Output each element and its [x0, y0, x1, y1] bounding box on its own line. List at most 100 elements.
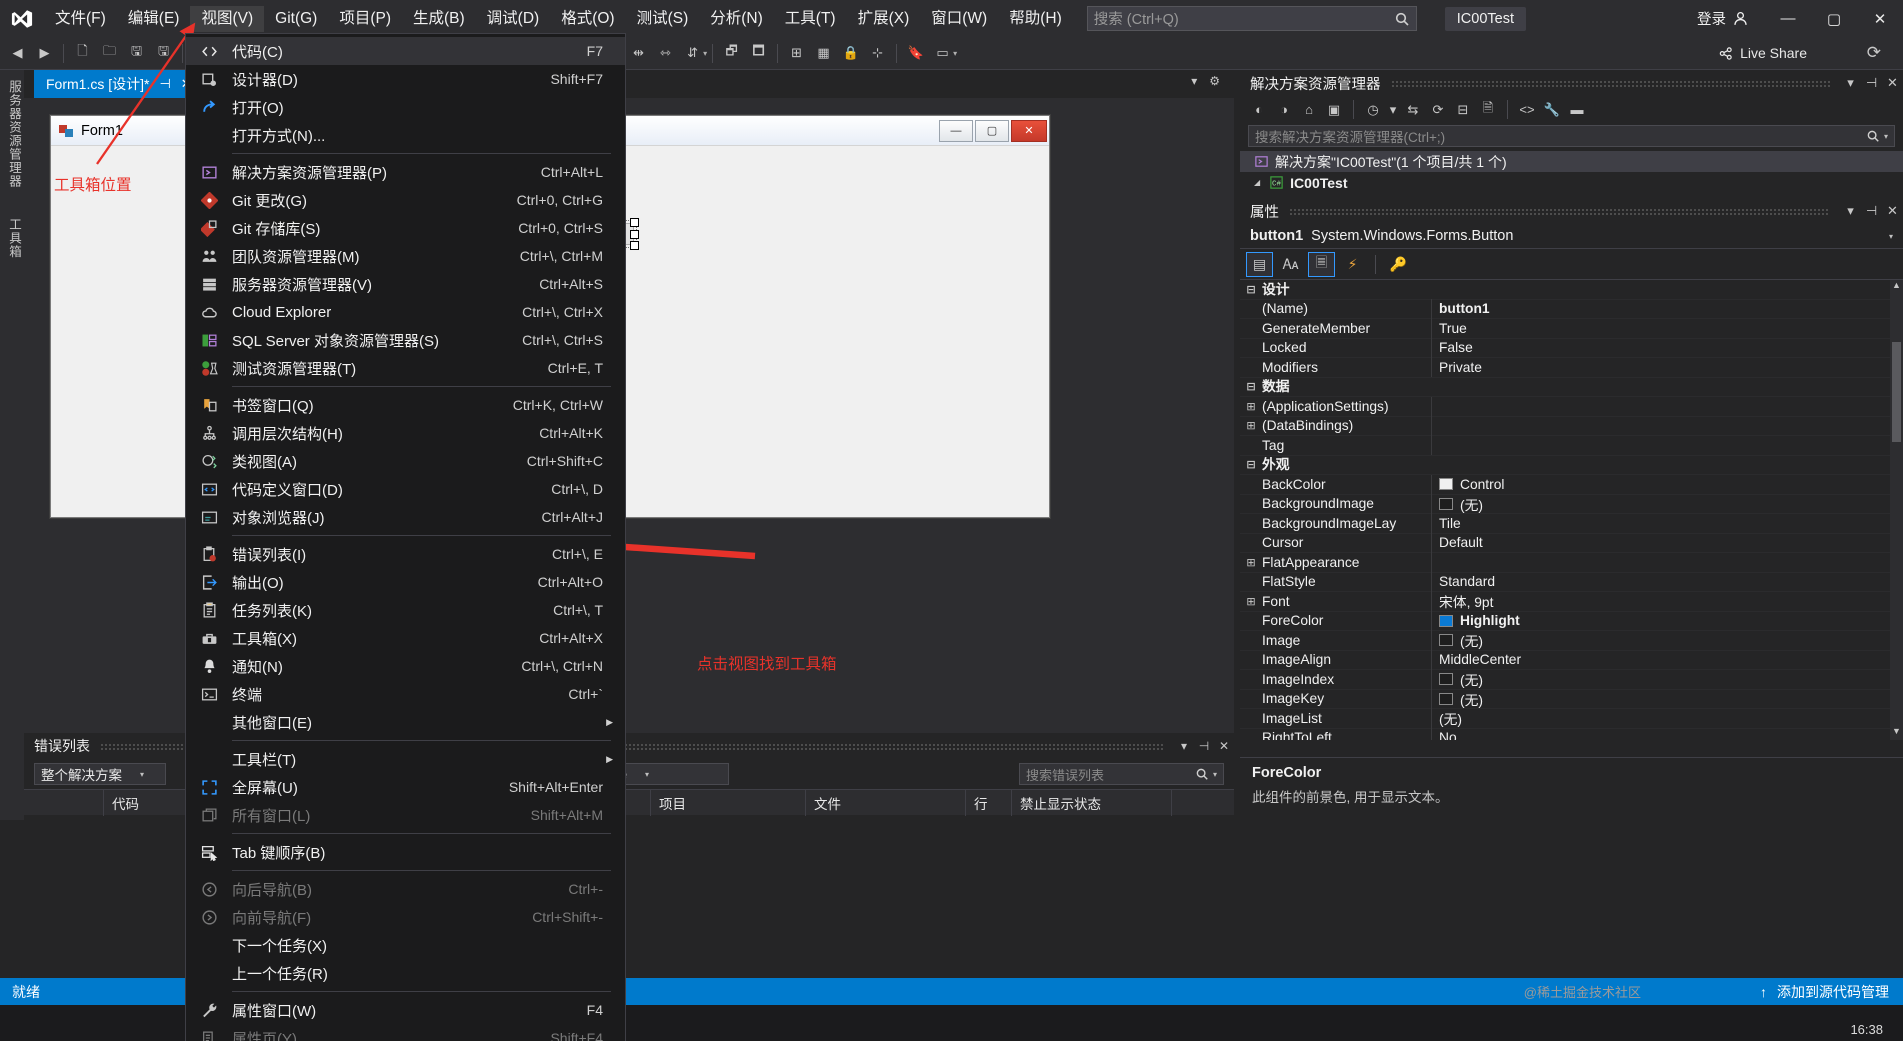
solution-tree-row-solution[interactable]: 解决方案"IC00Test"(1 个项目/共 1 个) — [1240, 151, 1903, 172]
property-row[interactable]: BackColor Control — [1240, 474, 1903, 495]
feedback-icon[interactable]: ⟳ — [1867, 43, 1881, 63]
tab-order-toolbar-icon[interactable]: ⊞ — [784, 41, 809, 66]
form-minimize-button[interactable]: — — [939, 119, 973, 142]
col-suppress[interactable]: 禁止显示状态 — [1012, 789, 1172, 816]
property-value-cell[interactable]: Default — [1432, 535, 1903, 550]
view-menu-item-0-1[interactable]: 设计器(D) Shift+F7 — [186, 65, 625, 93]
menu-window[interactable]: 窗口(W) — [920, 6, 998, 32]
document-tab-form1-designer[interactable]: Form1.cs [设计]* ⊣ ✕ — [34, 70, 200, 98]
drag-dots[interactable] — [1289, 207, 1830, 215]
chevron-down-icon[interactable]: ▾ — [1889, 232, 1893, 241]
properties-grid[interactable]: ⊟ 设计 (Name) button1 GenerateMember True Locked… — [1240, 280, 1903, 740]
navigate-back-icon[interactable]: ◀ — [5, 41, 30, 66]
form-maximize-button[interactable]: ▢ — [975, 119, 1009, 142]
property-row[interactable]: FlatStyle Standard — [1240, 572, 1903, 592]
expander-icon[interactable]: ⊞ — [1240, 419, 1262, 432]
close-icon[interactable]: ✕ — [1214, 739, 1234, 753]
resize-handle-e[interactable] — [630, 229, 639, 239]
h-spacing-icon[interactable]: ⇹ — [626, 41, 651, 66]
alphabetical-view-icon[interactable]: 🗛 — [1277, 252, 1304, 277]
properties-object-selector[interactable]: button1 System.Windows.Forms.Button ▾ — [1240, 224, 1903, 249]
menu-project[interactable]: 项目(P) — [328, 6, 402, 32]
property-category-row[interactable]: ⊟ 数据 — [1240, 378, 1903, 397]
view-menu-item-3-4[interactable]: 通知(N) Ctrl+\, Ctrl+N — [186, 652, 625, 680]
open-file-icon[interactable]: 🗀 — [97, 41, 122, 66]
comment-dropdown-icon[interactable]: ▾ — [953, 49, 957, 58]
property-value-cell[interactable]: No — [1432, 730, 1903, 740]
property-row[interactable]: ImageAlign MiddleCenter — [1240, 650, 1903, 670]
view-menu-item-2-1[interactable]: 调用层次结构(H) Ctrl+Alt+K — [186, 419, 625, 447]
dock-tab-server-explorer[interactable]: 服务器资源管理器 — [5, 70, 24, 188]
window-close-button[interactable]: ✕ — [1857, 0, 1903, 37]
menu-edit[interactable]: 编辑(E) — [117, 6, 191, 32]
add-to-source-control-button[interactable]: 添加到源代码管理 — [1777, 982, 1889, 1002]
expander-icon[interactable]: ⊞ — [1240, 556, 1262, 569]
property-value-cell[interactable]: (无) — [1432, 708, 1903, 728]
property-row[interactable]: ⊞ FlatAppearance — [1240, 552, 1903, 573]
view-menu-item-4-0[interactable]: 工具栏(T) ▶ — [186, 745, 625, 773]
property-row[interactable]: Tag — [1240, 435, 1903, 456]
property-value-cell[interactable]: (无) — [1432, 669, 1903, 689]
view-menu-item-6-2[interactable]: 下一个任务(X) — [186, 931, 625, 959]
pending-changes-icon[interactable]: ◷ — [1362, 99, 1384, 121]
h-spacing-equal-icon[interactable]: ⇿ — [653, 41, 678, 66]
property-value-cell[interactable]: True — [1432, 321, 1903, 336]
chevron-down-icon[interactable]: ▾ — [1840, 75, 1861, 91]
view-menu-item-3-3[interactable]: 工具箱(X) Ctrl+Alt+X — [186, 624, 625, 652]
bookmark-toolbar-icon[interactable]: 🔖 — [903, 41, 928, 66]
grid-icon[interactable]: ▦ — [811, 41, 836, 66]
snap-icon[interactable]: ⊹ — [865, 41, 890, 66]
properties-view-icon[interactable]: 🗏 — [1308, 251, 1335, 277]
expander-icon[interactable]: ⊟ — [1240, 458, 1262, 471]
property-row[interactable]: BackgroundImageLay Tile — [1240, 513, 1903, 534]
view-dropdown-menu[interactable]: 代码(C) F7 设计器(D) Shift+F7 打开(O) 打开方式(N)... 解决方案… — [185, 33, 626, 1041]
property-category-row[interactable]: ⊟ 外观 — [1240, 456, 1903, 475]
sign-in-button[interactable]: 登录 — [1681, 8, 1765, 29]
property-row[interactable]: GenerateMember True — [1240, 318, 1903, 339]
view-menu-item-1-4[interactable]: 服务器资源管理器(V) Ctrl+Alt+S — [186, 270, 625, 298]
expander-icon[interactable]: ◢ — [1254, 178, 1260, 187]
scrollbar-thumb[interactable] — [1892, 342, 1901, 442]
view-menu-item-2-0[interactable]: 书签窗口(Q) Ctrl+K, Ctrl+W — [186, 391, 625, 419]
property-row[interactable]: Image (无) — [1240, 630, 1903, 651]
pin-icon[interactable]: ⊣ — [1194, 739, 1214, 753]
property-value-cell[interactable]: 宋体, 9pt — [1432, 591, 1903, 611]
gear-icon[interactable]: ⚙ — [1209, 74, 1220, 88]
sync-icon[interactable]: ⇆ — [1402, 99, 1424, 121]
property-value-cell[interactable]: False — [1432, 340, 1903, 355]
chevron-down-icon[interactable]: ▾ — [1387, 99, 1399, 121]
view-menu-item-0-3[interactable]: 打开方式(N)... — [186, 121, 625, 149]
property-pages-icon[interactable]: 🔑 — [1385, 252, 1412, 277]
col-code[interactable]: 代码 — [104, 789, 186, 816]
property-value-cell[interactable]: (无) — [1432, 689, 1903, 709]
col-project[interactable]: 项目 — [651, 789, 806, 816]
upload-icon[interactable]: ↑ — [1760, 984, 1767, 1000]
save-all-icon[interactable]: 🖫 — [151, 41, 176, 66]
scroll-down-icon[interactable]: ▼ — [1890, 726, 1903, 740]
solution-explorer-search-input[interactable]: 搜索解决方案资源管理器(Ctrl+;) ▾ — [1248, 125, 1895, 147]
project-chip[interactable]: IC00Test — [1444, 6, 1526, 31]
view-menu-item-0-0[interactable]: 代码(C) F7 — [186, 37, 625, 65]
show-all-files-icon[interactable]: <> — [1516, 99, 1538, 121]
menu-analyze[interactable]: 分析(N) — [699, 6, 774, 32]
bring-to-front-icon[interactable]: 🗗 — [719, 41, 744, 66]
view-menu-item-2-2[interactable]: 类视图(A) Ctrl+Shift+C — [186, 447, 625, 475]
property-value-cell[interactable]: Private — [1432, 360, 1903, 375]
property-value-cell[interactable]: (无) — [1432, 630, 1903, 650]
expander-icon[interactable]: ⊞ — [1240, 595, 1262, 608]
property-row[interactable]: ForeColor Highlight — [1240, 611, 1903, 631]
scroll-up-icon[interactable]: ▲ — [1890, 280, 1903, 294]
menu-build[interactable]: 生成(B) — [402, 6, 476, 32]
view-menu-item-3-6[interactable]: 其他窗口(E) ▶ — [186, 708, 625, 736]
menu-extensions[interactable]: 扩展(X) — [847, 6, 921, 32]
property-row[interactable]: (Name) button1 — [1240, 299, 1903, 319]
expander-icon[interactable]: ⊟ — [1240, 283, 1262, 296]
col-line[interactable]: 行 — [966, 789, 1012, 816]
col-file[interactable]: 文件 — [806, 789, 966, 816]
dock-tab-toolbox[interactable]: 工具箱 — [5, 208, 24, 259]
menu-git[interactable]: Git(G) — [264, 6, 328, 32]
property-row[interactable]: Modifiers Private — [1240, 357, 1903, 378]
view-menu-item-6-3[interactable]: 上一个任务(R) — [186, 959, 625, 987]
solution-tree-row-project[interactable]: ◢ C# IC00Test — [1240, 172, 1903, 193]
pin-icon[interactable]: ⊣ — [1861, 75, 1882, 91]
